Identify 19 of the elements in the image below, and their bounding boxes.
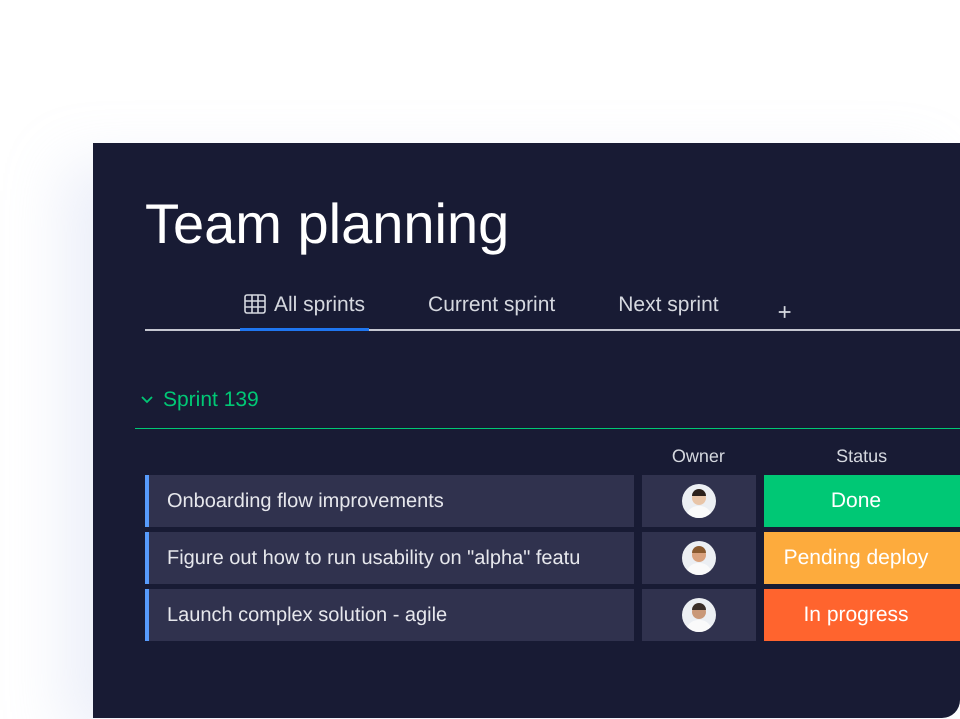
view-tab[interactable]: Current sprint xyxy=(424,288,560,332)
add-tab-button[interactable]: + xyxy=(778,301,792,330)
table-icon xyxy=(244,294,266,314)
group-header[interactable]: Sprint 139 xyxy=(135,383,960,429)
task-cell: Figure out how to run usability on "alpha" featu xyxy=(145,532,634,584)
avatar-icon xyxy=(682,598,716,632)
chevron-icon xyxy=(141,396,153,404)
board-title: Team planning xyxy=(145,193,510,255)
avatar-icon xyxy=(682,484,716,518)
status-label: Pending deploy xyxy=(764,532,960,584)
avatar-icon xyxy=(682,540,716,575)
status-label: In progress xyxy=(764,588,960,641)
column-header: Owner xyxy=(670,444,726,468)
column-header: Status xyxy=(835,444,888,468)
task-cell: Launch complex solution - agile xyxy=(145,588,634,641)
status-label: Done xyxy=(764,474,960,527)
view-tab[interactable]: All sprints xyxy=(240,288,370,332)
task-cell: Onboarding flow improvements xyxy=(145,474,634,527)
view-tab[interactable]: Next sprint xyxy=(614,288,723,332)
